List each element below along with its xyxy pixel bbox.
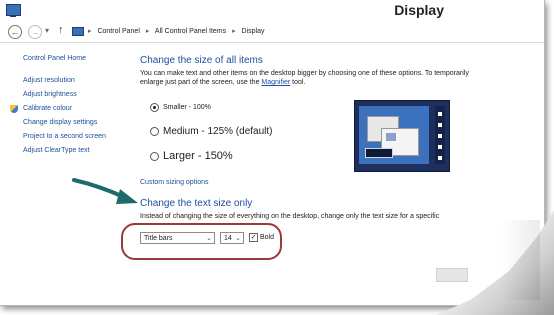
control-panel-icon [72, 27, 84, 36]
option-label: Medium - 125% (default) [163, 126, 273, 137]
breadcrumb: ▸ Control Panel ▸ All Control Panel Item… [88, 27, 269, 35]
preview-taskbar [365, 148, 393, 158]
main-content: Change the size of all items You can mak… [140, 55, 540, 244]
sidebar-item-label: Calibrate colour [23, 105, 73, 112]
forward-arrow-icon[interactable]: → [28, 25, 42, 39]
apply-button[interactable] [436, 268, 468, 282]
chevron-right-icon: ▸ [88, 28, 92, 35]
page-curl-shadow [500, 220, 540, 300]
title-bar: Display [0, 0, 544, 22]
sidebar-item-adjust-brightness[interactable]: Adjust brightness [23, 88, 133, 102]
option-smaller[interactable]: Smaller - 100% [150, 103, 211, 112]
radio-button[interactable] [150, 127, 159, 136]
display-window: Display ← → ▾ ↑ ▸ Control Panel ▸ All Co… [0, 0, 545, 306]
custom-sizing-link[interactable]: Custom sizing options [140, 179, 208, 186]
highlight-ellipse [121, 223, 282, 260]
option-larger[interactable]: Larger - 150% [150, 150, 233, 162]
crumb-control-panel[interactable]: Control Panel [97, 28, 139, 35]
sidebar-item-adjust-resolution[interactable]: Adjust resolution [23, 74, 133, 88]
sidebar-item-cleartype[interactable]: Adjust ClearType text [23, 144, 133, 158]
option-label: Larger - 150% [163, 150, 233, 162]
sidebar-item-home[interactable]: Control Panel Home [23, 52, 133, 66]
sidebar-item-change-display-settings[interactable]: Change display settings [23, 116, 133, 130]
preview-charms-bar [435, 106, 445, 164]
option-label: Smaller - 100% [163, 104, 211, 111]
pointer-arrow-icon [72, 178, 138, 204]
section-title-text-size: Change the text size only [140, 198, 253, 209]
window-title: Display [394, 2, 444, 18]
chevron-down-icon[interactable]: ▾ [45, 26, 49, 35]
radio-button[interactable] [150, 151, 159, 161]
sidebar-item-project[interactable]: Project to a second screen [23, 130, 133, 144]
size-description: You can make text and other items on the… [140, 69, 485, 87]
option-medium[interactable]: Medium - 125% (default) [150, 126, 273, 137]
display-preview-image [354, 100, 450, 172]
address-bar: ← → ▾ ↑ ▸ Control Panel ▸ All Control Pa… [0, 22, 544, 43]
text-size-description: Instead of changing the size of everythi… [140, 213, 440, 220]
magnifier-link[interactable]: Magnifier [261, 79, 290, 86]
radio-button[interactable] [150, 103, 159, 112]
back-arrow-icon[interactable]: ← [8, 25, 22, 39]
preview-desktop [359, 106, 429, 164]
shield-icon [10, 105, 18, 113]
sidebar: Control Panel Home Adjust resolution Adj… [10, 52, 133, 158]
crumb-display[interactable]: Display [242, 28, 265, 35]
chevron-right-icon[interactable]: ▸ [232, 28, 236, 35]
page-title: Change the size of all items [140, 55, 263, 66]
sidebar-item-calibrate-colour[interactable]: Calibrate colour [10, 102, 133, 116]
crumb-all-items[interactable]: All Control Panel Items [155, 28, 226, 35]
description-text-end: tool. [292, 79, 306, 86]
monitor-icon [6, 4, 21, 17]
chevron-right-icon[interactable]: ▸ [146, 28, 150, 35]
up-arrow-icon[interactable]: ↑ [58, 24, 64, 36]
